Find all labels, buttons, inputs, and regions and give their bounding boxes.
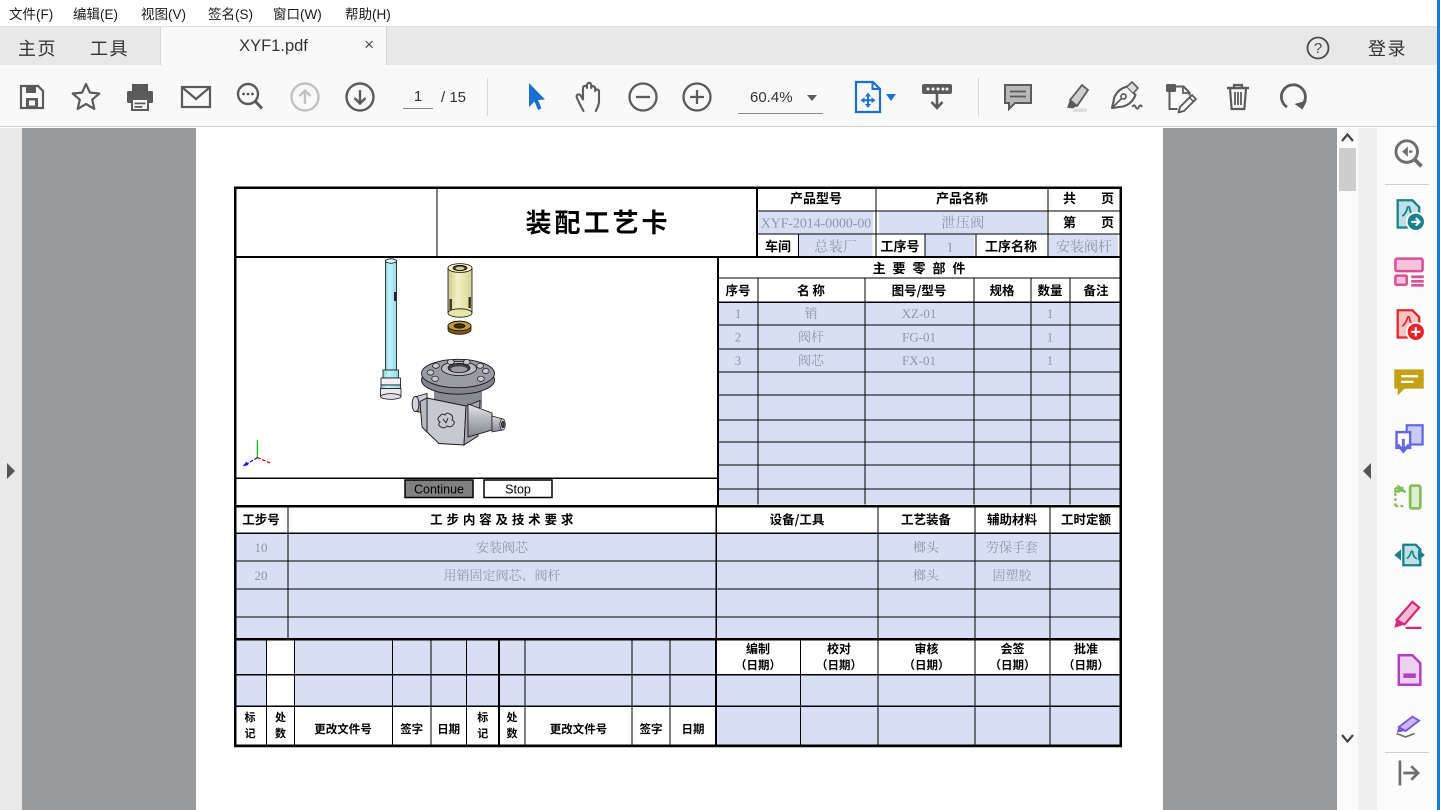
svg-text:榔头: 榔头 <box>913 537 940 556</box>
svg-text:2: 2 <box>735 329 742 344</box>
svg-text:XZ-01: XZ-01 <box>902 306 937 321</box>
svg-text:FX-01: FX-01 <box>902 353 936 368</box>
svg-text:劳保手套: 劳保手套 <box>986 537 1038 556</box>
svg-text:Stop: Stop <box>505 482 531 496</box>
svg-text:榔头: 榔头 <box>913 565 940 584</box>
svg-text:用销固定阀芯、阀杆: 用销固定阀芯、阀杆 <box>443 565 560 584</box>
svg-text:处: 处 <box>507 709 518 725</box>
svg-text:1: 1 <box>947 240 954 255</box>
svg-text:（日期）: （日期） <box>735 657 781 673</box>
svg-text:20: 20 <box>255 568 268 583</box>
svg-text:固塑胶: 固塑胶 <box>992 565 1032 584</box>
svg-text:页: 页 <box>1101 212 1114 231</box>
svg-text:产品型号: 产品型号 <box>790 188 842 207</box>
svg-text:工艺装备: 工艺装备 <box>901 509 952 528</box>
svg-text:标: 标 <box>245 709 256 725</box>
svg-text:记: 记 <box>245 725 256 741</box>
svg-text:1: 1 <box>735 306 742 321</box>
svg-text:页: 页 <box>1101 188 1114 207</box>
svg-text:3: 3 <box>735 353 742 368</box>
svg-text:辅助材料: 辅助材料 <box>987 509 1038 528</box>
svg-text:标: 标 <box>477 709 488 725</box>
svg-text:日期: 日期 <box>437 721 460 737</box>
svg-text:共: 共 <box>1063 188 1076 207</box>
svg-text:序号: 序号 <box>725 280 750 299</box>
svg-text:安装阀芯: 安装阀芯 <box>476 537 529 556</box>
svg-text:设备/工具: 设备/工具 <box>770 509 825 528</box>
svg-text:规格: 规格 <box>989 280 1015 299</box>
svg-text:图号/型号: 图号/型号 <box>892 280 947 299</box>
svg-text:数: 数 <box>275 725 286 741</box>
svg-text:阀芯: 阀芯 <box>798 350 825 369</box>
svg-text:装配工艺卡: 装配工艺卡 <box>525 203 670 240</box>
svg-text:（日期）: （日期） <box>1063 657 1109 673</box>
svg-text:1: 1 <box>1047 306 1054 321</box>
svg-text:更改文件号: 更改文件号 <box>314 721 372 737</box>
svg-text:安装阀杆: 安装阀杆 <box>1056 236 1112 256</box>
svg-text:XYF-2014-0000-00: XYF-2014-0000-00 <box>761 215 871 230</box>
svg-text:总装厂: 总装厂 <box>814 236 858 256</box>
svg-text:销: 销 <box>804 303 817 322</box>
svg-text:更改文件号: 更改文件号 <box>550 721 608 737</box>
svg-text:产品名称: 产品名称 <box>936 188 988 207</box>
svg-text:工序名称: 工序名称 <box>985 236 1037 255</box>
svg-text:处: 处 <box>275 709 286 725</box>
svg-text:编制: 编制 <box>746 640 770 657</box>
svg-text:会签: 会签 <box>1000 640 1024 657</box>
svg-text:（日期）: （日期） <box>816 657 862 673</box>
svg-text:第: 第 <box>1063 212 1076 231</box>
svg-text:阀杆: 阀杆 <box>798 326 824 345</box>
svg-text:（日期）: （日期） <box>990 657 1036 673</box>
svg-text:批准: 批准 <box>1074 640 1098 657</box>
svg-text:日期: 日期 <box>682 721 705 737</box>
svg-text:泄压阀: 泄压阀 <box>941 212 985 232</box>
svg-text:备注: 备注 <box>1083 280 1109 299</box>
svg-text:名 称: 名 称 <box>797 280 825 299</box>
svg-text:签字: 签字 <box>640 721 663 737</box>
svg-text:1: 1 <box>1047 329 1054 344</box>
svg-text:签字: 签字 <box>400 721 423 737</box>
svg-text:数量: 数量 <box>1037 280 1062 299</box>
svg-text:工时定额: 工时定额 <box>1061 509 1112 528</box>
svg-text:工步号: 工步号 <box>242 509 280 528</box>
svg-text:校对: 校对 <box>827 640 851 657</box>
svg-text:工 步 内 容 及 技 术 要 求: 工 步 内 容 及 技 术 要 求 <box>430 509 574 528</box>
svg-text:记: 记 <box>477 725 488 741</box>
svg-text:10: 10 <box>255 540 268 555</box>
svg-text:?: ? <box>1314 40 1322 57</box>
svg-text:车间: 车间 <box>765 236 791 255</box>
svg-text:审核: 审核 <box>914 640 938 657</box>
svg-text:主 要 零 部 件: 主 要 零 部 件 <box>873 258 968 277</box>
svg-text:FG-01: FG-01 <box>902 329 936 344</box>
svg-text:数: 数 <box>507 725 518 741</box>
svg-text:Continue: Continue <box>414 482 464 496</box>
svg-text:（日期）: （日期） <box>904 657 950 673</box>
svg-text:1: 1 <box>1047 353 1054 368</box>
svg-text:工序号: 工序号 <box>880 236 919 255</box>
